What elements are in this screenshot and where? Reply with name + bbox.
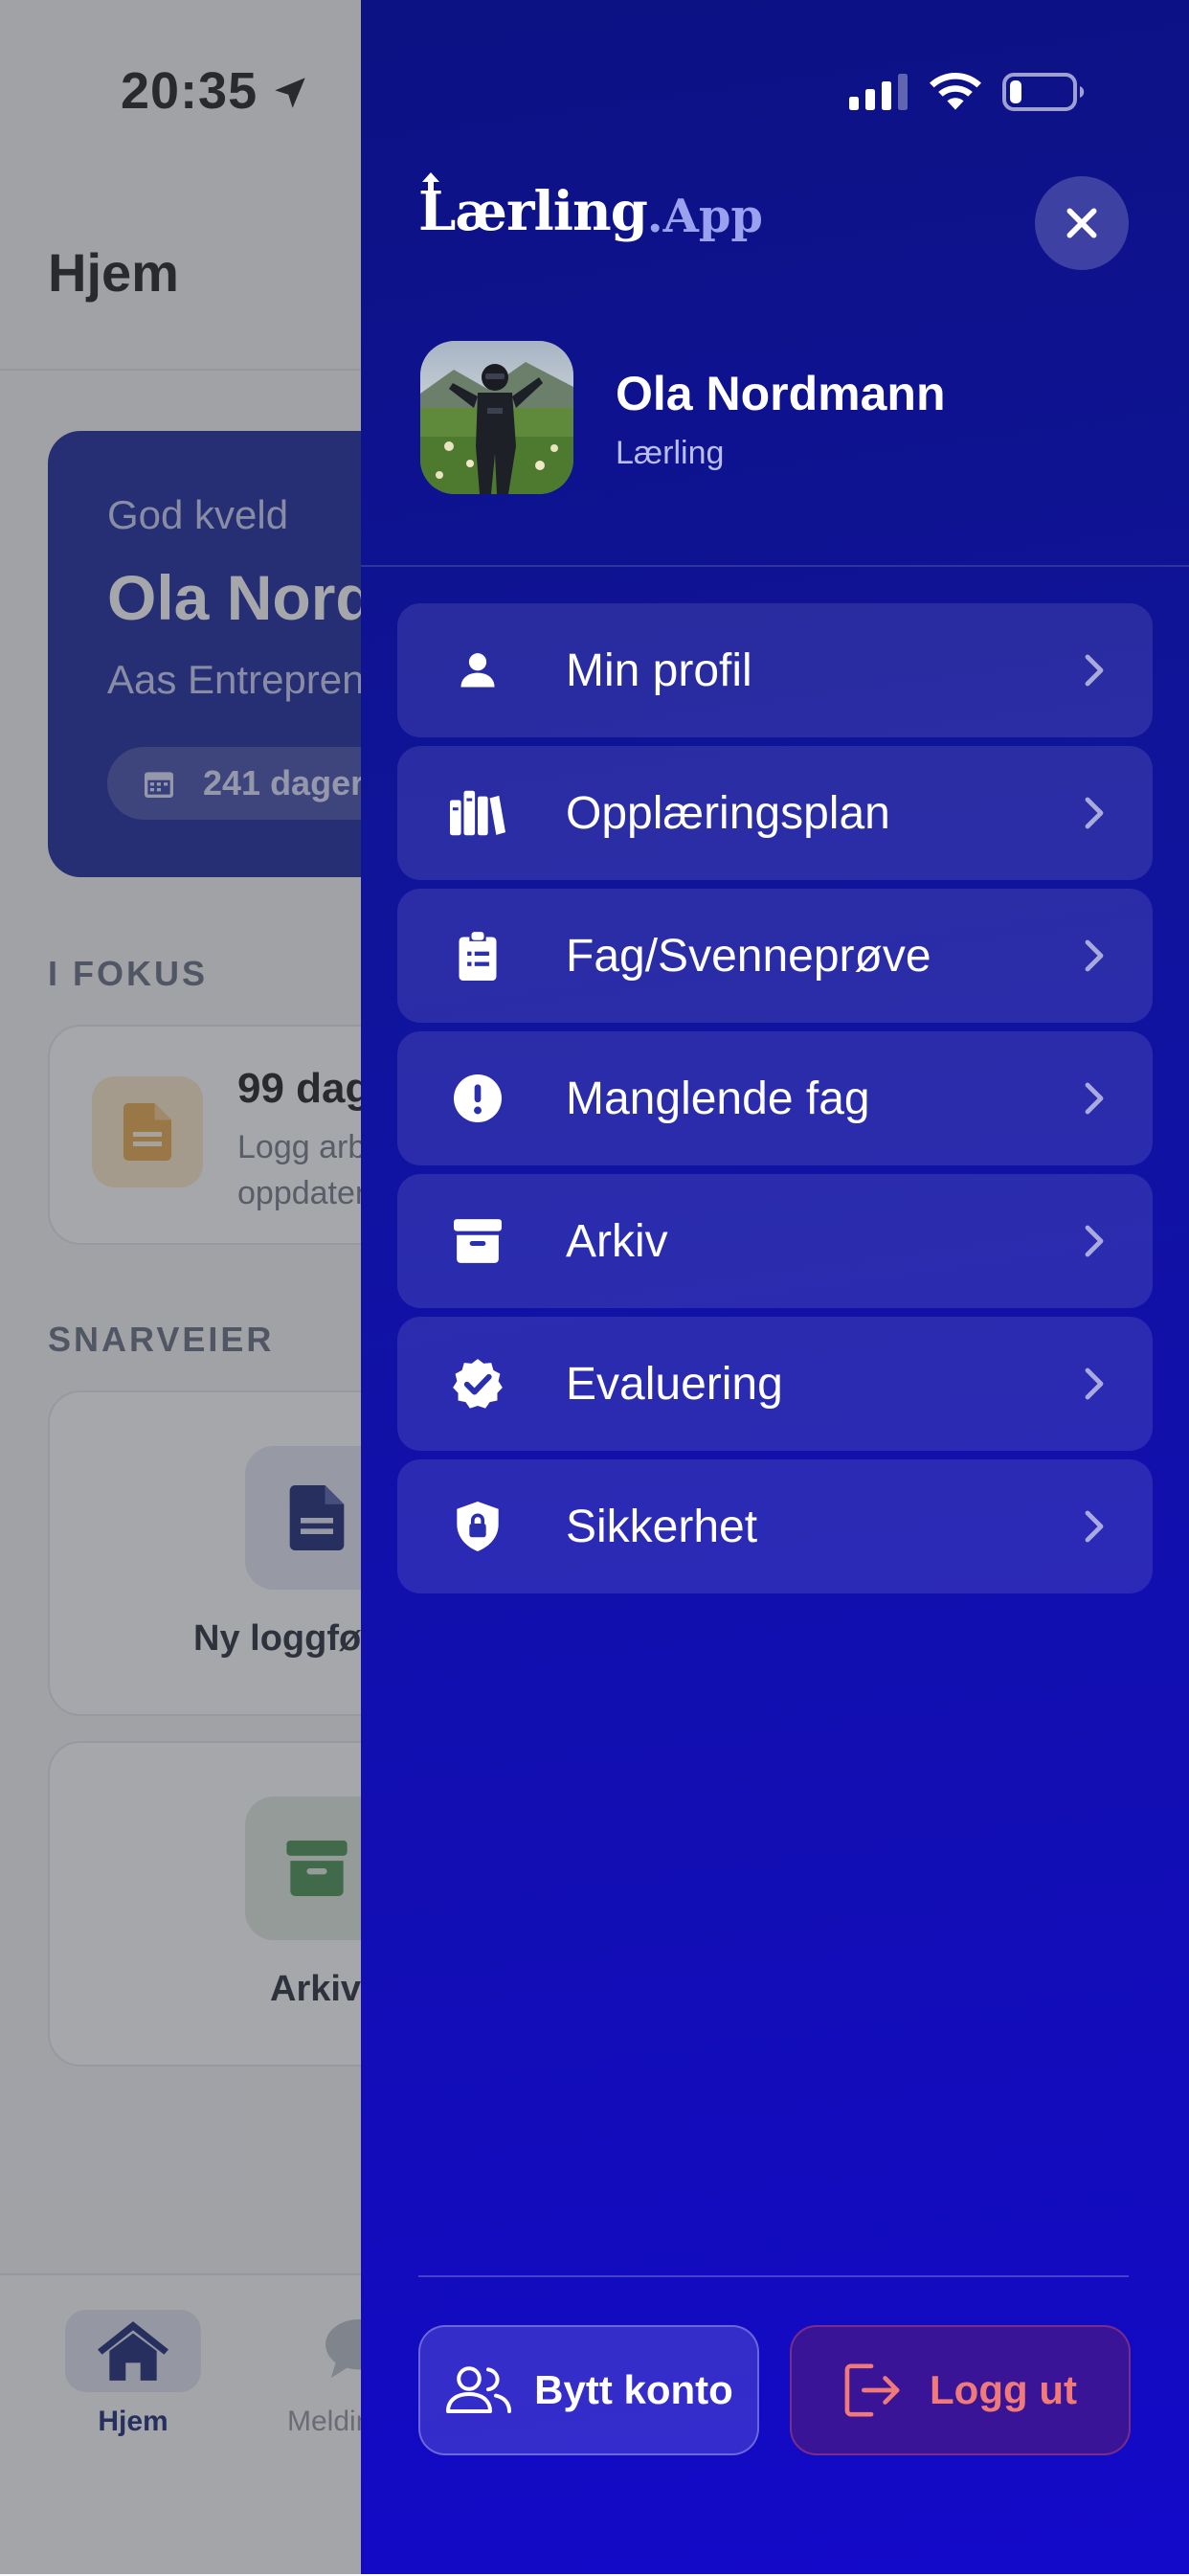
chevron-right-icon [1085, 654, 1104, 687]
logout-button[interactable]: Logg ut [790, 2325, 1131, 2455]
menu-item-label: Fag/Svenneprøve [566, 930, 931, 982]
user-icon [460, 653, 495, 688]
menu-item-label: Manglende fag [566, 1073, 870, 1124]
logo-suffix-text: .App [646, 190, 763, 243]
menu-item-min-profil[interactable]: Min profil [397, 603, 1153, 737]
menu-item-label: Arkiv [566, 1215, 668, 1267]
clipboard-icon [459, 932, 497, 981]
drawer-user-role: Lærling [616, 435, 725, 471]
menu-item-sikkerhet[interactable]: Sikkerhet [397, 1459, 1153, 1593]
profile-divider [361, 565, 1189, 567]
drawer-menu: Min profil Opplæringsplan Fag/Svenneprøv… [397, 603, 1153, 1602]
app-logo: Lærling .App [418, 172, 763, 243]
menu-item-fag-svenneprove[interactable]: Fag/Svenneprøve [397, 889, 1153, 1023]
close-icon [1066, 208, 1097, 238]
books-icon [450, 790, 505, 836]
graduation-pointer-icon [422, 172, 439, 199]
menu-item-opplaeringsplan[interactable]: Opplæringsplan [397, 746, 1153, 880]
menu-item-label: Opplæringsplan [566, 787, 890, 839]
signal-icon [849, 74, 908, 110]
chevron-right-icon [1085, 1225, 1104, 1257]
menu-item-evaluering[interactable]: Evaluering [397, 1317, 1153, 1451]
menu-item-label: Sikkerhet [566, 1501, 758, 1552]
logo-main-text: Lærling [418, 180, 648, 243]
chevron-right-icon [1085, 1367, 1104, 1400]
drawer-user-name: Ola Nordmann [616, 367, 946, 420]
avatar[interactable] [420, 341, 573, 494]
battery-icon [1002, 73, 1085, 111]
switch-account-label: Bytt konto [534, 2367, 733, 2412]
side-drawer: Lærling .App Ola Nordmann Lærling Min pr… [361, 0, 1189, 2574]
alert-icon [454, 1074, 502, 1122]
footer-divider [418, 2275, 1129, 2277]
logout-label: Logg ut [930, 2367, 1077, 2412]
close-drawer-button[interactable] [1035, 176, 1129, 270]
menu-item-arkiv[interactable]: Arkiv [397, 1174, 1153, 1308]
logout-icon [844, 2363, 900, 2417]
status-icons [849, 73, 1085, 111]
shield-lock-icon [457, 1502, 499, 1551]
archive-icon [454, 1219, 502, 1263]
wifi-icon [930, 73, 981, 110]
chevron-right-icon [1085, 797, 1104, 829]
users-icon [446, 2366, 512, 2413]
chevron-right-icon [1085, 1510, 1104, 1543]
menu-item-manglende-fag[interactable]: Manglende fag [397, 1031, 1153, 1165]
chevron-right-icon [1085, 939, 1104, 972]
menu-item-label: Evaluering [566, 1358, 783, 1410]
menu-item-label: Min profil [566, 644, 752, 696]
verified-badge-icon [453, 1359, 503, 1409]
switch-account-button[interactable]: Bytt konto [418, 2325, 759, 2455]
chevron-right-icon [1085, 1082, 1104, 1115]
avatar-photo [420, 341, 573, 494]
